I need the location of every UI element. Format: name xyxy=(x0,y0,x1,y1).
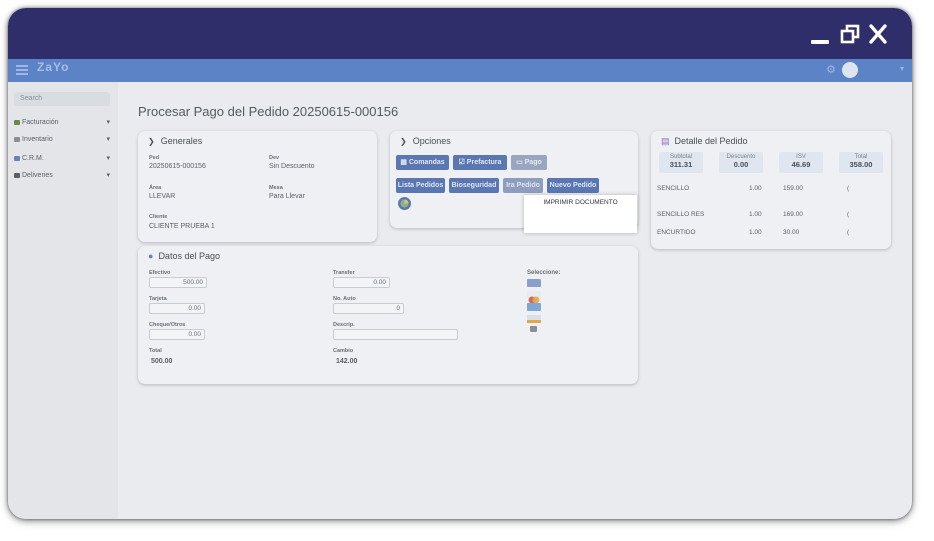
sidebar-item-label: Deliveries xyxy=(22,172,53,179)
descrip-label: Descrip. xyxy=(333,322,355,328)
detalle-title: ▤ Detalle del Pedido xyxy=(661,136,748,146)
chevron-down-icon: ▾ xyxy=(106,172,110,179)
sidebar-item-label: Inventario xyxy=(22,136,53,143)
generales-title: ❯ Generales xyxy=(148,136,203,146)
comandas-button[interactable]: ▦ Comandas xyxy=(396,155,449,170)
visa-icon[interactable] xyxy=(527,279,541,287)
app-navbar: ZaYo ⚙ ▾ xyxy=(8,59,912,82)
isv-box: ISV 46.69 xyxy=(779,152,823,173)
chevron-down-icon: ▾ xyxy=(106,119,110,126)
nuevo-pedido-button[interactable]: Nuevo Pedido xyxy=(547,178,599,193)
sidebar-item-facturacion[interactable]: Facturación ▾ xyxy=(14,117,110,129)
chevron-down-icon: ▾ xyxy=(106,136,110,143)
efectivo-label: Efectivo xyxy=(149,270,171,276)
ped-label: Ped xyxy=(149,155,160,161)
area-value: LLEVAR xyxy=(149,193,176,200)
checklist-icon: ☑ xyxy=(458,159,467,166)
sidebar-item-label: Facturación xyxy=(22,119,59,126)
print-document-icon[interactable] xyxy=(398,197,411,210)
prefactura-button[interactable]: ☑ Prefactura xyxy=(453,155,507,170)
seleccione-label: Seleccione: xyxy=(527,270,561,276)
transfer-label: Transfer xyxy=(333,270,355,276)
user-avatar[interactable] xyxy=(842,62,858,78)
close-icon[interactable] xyxy=(868,23,888,45)
descuento-value: 0.00 xyxy=(733,160,749,169)
app-logo: ZaYo xyxy=(37,60,70,74)
dev-label: Dev xyxy=(269,155,280,161)
window-titlebar xyxy=(8,8,912,59)
bioseguridad-button[interactable]: Bioseguridad xyxy=(449,178,499,193)
area-label: Área xyxy=(149,185,162,191)
subtotal-box: Subtotal 311.31 xyxy=(659,152,703,173)
list-item: ENCURTIDO 1.00 30.00 ( xyxy=(657,229,850,236)
settings-gear-icon[interactable]: ⚙ xyxy=(826,63,836,76)
ped-value: 20250615-000156 xyxy=(149,163,206,170)
amex-icon[interactable] xyxy=(527,303,541,311)
cash-icon: ▭ xyxy=(516,159,525,166)
chevron-right-icon: ❯ xyxy=(400,137,407,146)
info-icon: ● xyxy=(148,251,154,261)
cliente-label: Cliente xyxy=(149,214,168,220)
sidebar-search-input[interactable]: Search xyxy=(14,92,110,106)
user-menu-caret-icon[interactable]: ▾ xyxy=(900,64,904,73)
sidebar: Search Facturación ▾ Inventario ▾ C.R.M.… xyxy=(8,82,118,519)
restore-icon[interactable] xyxy=(840,23,862,45)
datos-pago-card: ● Datos del Pago Efectivo 500.00 Transfer… xyxy=(138,246,638,384)
total-box: Total 358.00 xyxy=(839,152,883,173)
mastercard-icon[interactable] xyxy=(527,291,541,304)
mesa-label: Mesa xyxy=(269,185,283,191)
sidebar-item-label: C.R.M. xyxy=(22,155,44,162)
detalle-card: ▤ Detalle del Pedido Subtotal 311.31 Descu… xyxy=(651,131,891,249)
descuento-box: Descuento 0.00 xyxy=(719,152,763,173)
tarjeta-input[interactable]: 0.00 xyxy=(149,303,205,314)
pago-title: ● Datos del Pago xyxy=(148,251,220,261)
sidebar-item-inventario[interactable]: Inventario ▾ xyxy=(14,134,110,146)
total-label: Total xyxy=(149,348,162,354)
no-auto-label: No. Auto xyxy=(333,296,356,302)
pago-button[interactable]: ▭ Pago xyxy=(511,155,547,170)
descrip-input[interactable] xyxy=(333,329,458,340)
efectivo-input[interactable]: 500.00 xyxy=(149,277,207,288)
cheque-label: Cheque/Otros xyxy=(149,322,186,328)
list-item: SENCILLO 1.00 159.00 ( xyxy=(657,185,850,192)
deliveries-icon xyxy=(14,172,20,178)
cambio-label: Cambio xyxy=(333,348,354,354)
main-content: Procesar Pago del Pedido 20250615-000156… xyxy=(118,82,912,519)
sidebar-item-deliveries[interactable]: Deliveries ▾ xyxy=(14,170,110,182)
chevron-down-icon: ▾ xyxy=(106,155,110,162)
inventario-icon xyxy=(14,136,20,142)
tarjeta-label: Tarjeta xyxy=(149,296,167,302)
hamburger-menu-icon[interactable] xyxy=(16,65,28,75)
document-icon: ▦ xyxy=(400,159,409,166)
isv-value: 46.69 xyxy=(791,160,811,169)
cheque-input[interactable]: 0.00 xyxy=(149,329,205,340)
subtotal-value: 311.31 xyxy=(669,160,693,169)
cliente-value: CLIENTE PRUEBA 1 xyxy=(149,223,215,230)
list-item: SENCILLO RES 1.00 169.00 ( xyxy=(657,211,850,218)
ira-pedido-button[interactable]: Ira Pedido xyxy=(503,178,543,193)
discover-icon[interactable] xyxy=(527,315,541,323)
chart-icon: ▤ xyxy=(661,136,670,146)
print-tooltip: IMPRIMIR DOCUMENTO xyxy=(524,195,637,233)
dev-value: Sin Descuento xyxy=(269,163,315,170)
generales-card: ❯ Generales Ped 20250615-000156 Dev Sin D… xyxy=(138,131,377,242)
minimize-icon[interactable] xyxy=(811,23,831,45)
sidebar-item-crm[interactable]: C.R.M. ▾ xyxy=(14,153,110,165)
opciones-title: ❯ Opciones xyxy=(400,136,451,146)
facturacion-icon xyxy=(14,119,20,125)
crm-icon xyxy=(14,155,20,161)
cambio-value: 142.00 xyxy=(336,358,358,365)
page-title: Procesar Pago del Pedido 20250615-000156 xyxy=(138,104,399,119)
transfer-input[interactable]: 0.00 xyxy=(333,277,390,288)
app-window: ZaYo ⚙ ▾ Search Facturación ▾ Inventario… xyxy=(8,8,912,519)
total-value: 358.00 xyxy=(849,160,873,169)
pago-total-value: 500.00 xyxy=(151,358,173,365)
lista-pedidos-button[interactable]: Lista Pedidos xyxy=(396,178,445,193)
cash-grid-icon[interactable] xyxy=(530,326,537,332)
mesa-value: Para Llevar xyxy=(269,193,305,200)
no-auto-input[interactable]: 0 xyxy=(333,303,404,314)
chevron-right-icon: ❯ xyxy=(148,137,155,146)
